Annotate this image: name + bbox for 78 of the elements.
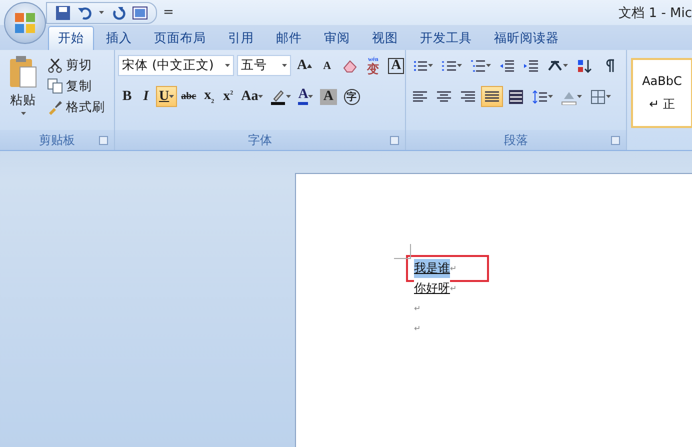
- paste-button[interactable]: 粘贴: [3, 55, 43, 130]
- multilevel-list-icon: [470, 58, 486, 74]
- caret-icon: [548, 94, 553, 98]
- underline-button[interactable]: U: [156, 86, 178, 107]
- sup-button[interactable]: x$^{2}$: [219, 86, 238, 107]
- strike-button[interactable]: abc: [178, 86, 200, 107]
- caret-icon: [99, 10, 104, 14]
- align-left-icon: [412, 88, 428, 104]
- group-label: 剪贴板: [39, 132, 75, 148]
- paintbrush-icon: [47, 99, 63, 115]
- group-label: 段落: [504, 132, 528, 148]
- eraser-icon: [342, 58, 358, 74]
- case-button[interactable]: Aa: [238, 86, 266, 107]
- font-family-field[interactable]: 宋体 (中文正文): [118, 55, 234, 76]
- office-button[interactable]: [4, 2, 46, 44]
- distribute-icon: [508, 88, 524, 104]
- justify-icon: [484, 88, 500, 104]
- copy-icon: [47, 78, 63, 94]
- customize-toolbar-button[interactable]: =: [163, 5, 174, 20]
- decrease-indent-icon: [499, 58, 515, 74]
- paragraph-mark: ↵: [450, 264, 457, 272]
- group-label: 字体: [248, 132, 272, 148]
- color-button[interactable]: A: [295, 86, 316, 107]
- margin-corner-mark: [394, 244, 411, 259]
- caret-icon: [486, 64, 491, 68]
- shrink-button[interactable]: A: [318, 55, 336, 76]
- up-triangle-icon: [307, 64, 312, 68]
- caret-icon: [457, 64, 462, 68]
- ribbon-tab[interactable]: 开发工具: [410, 26, 482, 50]
- highlighter-icon: [270, 88, 286, 104]
- window-title: 文档 1 - Mic: [618, 4, 692, 22]
- clipboard-icon: [8, 55, 38, 89]
- save-icon: [55, 4, 71, 20]
- increase-indent-icon: [523, 58, 539, 74]
- caret-icon: [282, 64, 287, 68]
- ribbon-tab[interactable]: 插入: [96, 26, 142, 50]
- paragraph-mark: ↵: [414, 304, 421, 312]
- grow-button[interactable]: A: [294, 55, 316, 76]
- caret-icon: [563, 64, 568, 68]
- ribbon-tab[interactable]: 页面布局: [144, 26, 216, 50]
- caret-icon: [606, 94, 611, 98]
- ribbon-tab[interactable]: 视图: [362, 26, 408, 50]
- line-spacing-icon: [532, 88, 548, 104]
- copy-button[interactable]: 复制: [47, 76, 105, 96]
- ribbon-tab[interactable]: 审阅: [314, 26, 360, 50]
- caret-icon: [308, 94, 314, 98]
- cut-button[interactable]: 剪切: [47, 55, 105, 75]
- style-gallery-item[interactable]: AaBbC ↵ 正: [631, 58, 692, 128]
- print-preview-icon: [132, 4, 148, 20]
- ribbon-tab[interactable]: 引用: [218, 26, 264, 50]
- caret-icon: [20, 112, 26, 116]
- caret-icon: [225, 64, 230, 68]
- caret-icon: [169, 94, 174, 98]
- paragraph-mark: ↵: [450, 284, 457, 292]
- align-center-icon: [436, 88, 452, 104]
- align-right-icon: [460, 88, 476, 104]
- caret-icon: [258, 94, 264, 98]
- document-text: 我是谁: [414, 258, 450, 278]
- italic-button[interactable]: I: [137, 86, 155, 107]
- office-logo-icon: [14, 12, 36, 34]
- asian-layout-icon: [547, 58, 563, 74]
- redo-icon: [110, 4, 126, 20]
- justify-button[interactable]: [481, 86, 503, 107]
- scissors-icon: [47, 57, 63, 73]
- ribbon-tab[interactable]: 邮件: [266, 26, 312, 50]
- caret-icon: [428, 64, 433, 68]
- sort-icon: [576, 58, 592, 74]
- ribbon-tab[interactable]: 福昕阅读器: [484, 26, 569, 50]
- ribbon-tab[interactable]: 开始: [48, 26, 94, 50]
- paragraph-mark: ↵: [414, 324, 421, 332]
- font-size-field[interactable]: 五号: [237, 55, 291, 76]
- border-icon: [590, 88, 606, 104]
- undo-icon: [77, 4, 93, 20]
- painter-button[interactable]: 格式刷: [47, 97, 105, 117]
- sub-button[interactable]: x$_{2}$: [200, 86, 218, 107]
- caret-icon: [577, 94, 582, 98]
- bold-button[interactable]: B: [118, 86, 136, 107]
- caret-icon: [286, 94, 292, 98]
